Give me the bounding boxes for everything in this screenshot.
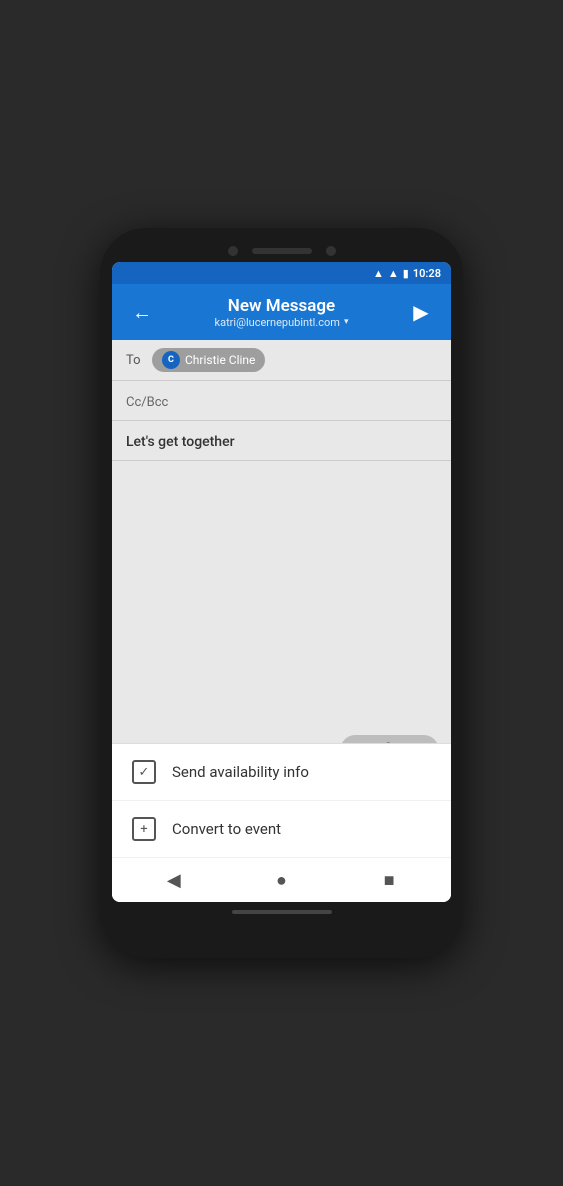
phone-shell: ▲ ▲ ▮ 10:28 ← New Message katri@lucernep… (100, 228, 463, 958)
header-center: New Message katri@lucernepubintl.com ▾ (158, 296, 405, 329)
wifi-icon: ▲ (373, 267, 384, 280)
nav-bar: ◀ ● ■ (112, 858, 451, 902)
recipient-chip[interactable]: C Christie Cline (152, 348, 265, 372)
front-camera-icon (228, 246, 238, 256)
status-bar: ▲ ▲ ▮ 10:28 (112, 262, 451, 284)
convert-event-icon: + (132, 817, 156, 841)
send-availability-item[interactable]: ✓ Send availability info (112, 744, 451, 801)
screen: ▲ ▲ ▮ 10:28 ← New Message katri@lucernep… (112, 262, 451, 902)
to-row: To C Christie Cline (112, 340, 451, 381)
convert-event-text: Convert to event (172, 820, 281, 838)
compose-area: To C Christie Cline Cc/Bcc Let's get tog… (112, 340, 451, 902)
signal-icon: ▲ (388, 267, 399, 280)
body-area[interactable] (112, 461, 451, 727)
dropdown-arrow-icon[interactable]: ▾ (344, 317, 349, 327)
send-availability-text: Send availability info (172, 763, 309, 781)
recipient-avatar: C (162, 351, 180, 369)
phone-bottom-bar (112, 910, 451, 914)
subject-text: Let's get together (126, 434, 235, 450)
nav-recent-button[interactable]: ■ (371, 862, 407, 898)
nav-home-button[interactable]: ● (263, 862, 299, 898)
phone-speaker (252, 248, 312, 254)
phone-home-indicator (232, 910, 332, 914)
back-button[interactable]: ← (126, 300, 158, 325)
cc-bcc-label: Cc/Bcc (126, 395, 168, 410)
recipient-name: Christie Cline (185, 353, 255, 367)
status-icons: ▲ ▲ ▮ 10:28 (373, 267, 441, 280)
app-header: ← New Message katri@lucernepubintl.com ▾… (112, 284, 451, 340)
convert-event-item[interactable]: + Convert to event (112, 801, 451, 858)
header-subtitle: katri@lucernepubintl.com ▾ (158, 316, 405, 329)
send-availability-icon: ✓ (132, 760, 156, 784)
to-label: To (126, 353, 144, 368)
bottom-popup: ✓ Send availability info + Convert to ev… (112, 743, 451, 902)
cc-bcc-row[interactable]: Cc/Bcc (112, 381, 451, 421)
battery-icon: ▮ (403, 267, 409, 280)
nav-back-button[interactable]: ◀ (156, 862, 192, 898)
sender-email: katri@lucernepubintl.com (215, 316, 340, 329)
send-button[interactable]: ▶ (405, 300, 437, 324)
status-time: 10:28 (413, 267, 441, 280)
header-title: New Message (158, 296, 405, 316)
phone-top-bar (112, 246, 451, 256)
subject-row[interactable]: Let's get together (112, 421, 451, 461)
front-sensor-icon (326, 246, 336, 256)
